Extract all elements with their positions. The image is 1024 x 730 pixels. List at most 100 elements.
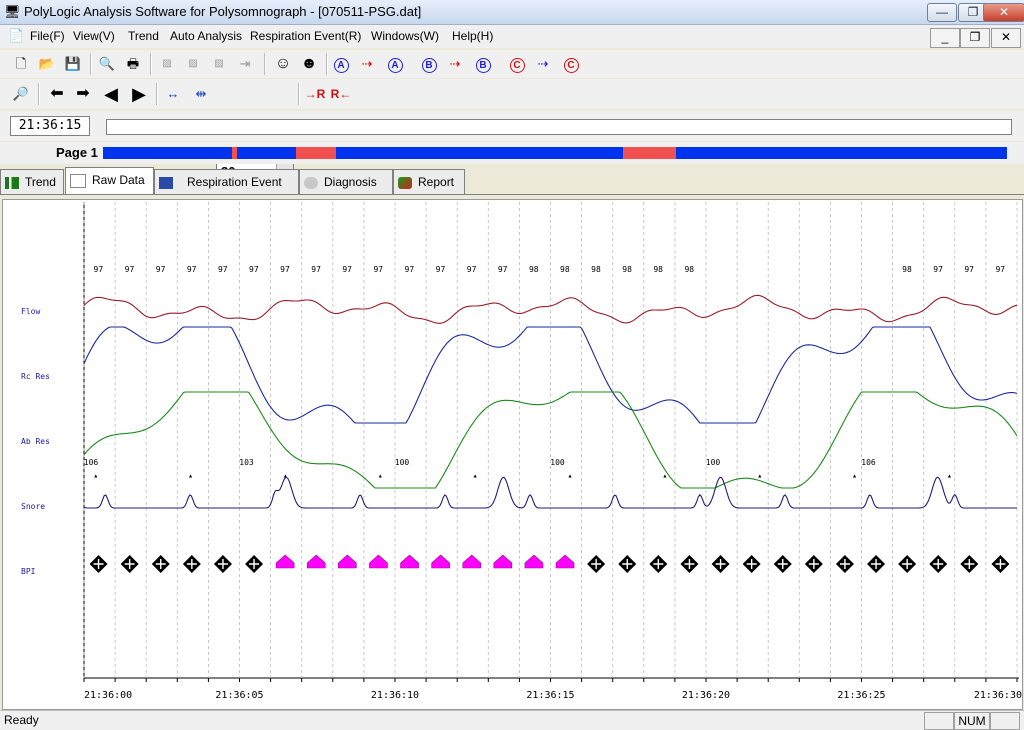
rr-disabled-icon[interactable]: ▨ — [208, 53, 230, 75]
beat-marker: ▴ — [947, 471, 952, 480]
event-c-icon[interactable]: C — [506, 53, 528, 75]
hr-value: 100 — [550, 458, 565, 467]
time-slider[interactable] — [106, 119, 1012, 135]
toolbar-separator — [298, 83, 300, 105]
beat-marker: ▴ — [757, 471, 762, 480]
status-num-indicator: NUM — [954, 712, 990, 730]
page-event-segment[interactable] — [295, 147, 337, 159]
diagnosis-icon — [304, 176, 318, 189]
toolbar-separator — [156, 83, 158, 105]
time-axis-label: 21:36:05 — [215, 690, 263, 701]
time-axis-label: 21:36:20 — [682, 690, 730, 701]
respiration-event-icon — [159, 176, 173, 189]
beat-marker: ▴ — [188, 471, 193, 480]
hr-value: 100 — [706, 458, 721, 467]
tab-diagnosis[interactable]: Diagnosis — [299, 169, 393, 194]
toolbar-separator — [326, 53, 328, 75]
event-b-next-icon[interactable]: B⇠ — [472, 53, 494, 93]
open-folder-icon[interactable]: 📂 — [36, 53, 58, 75]
page-event-segment[interactable] — [622, 147, 677, 159]
page-forward-icon[interactable]: ▶ — [128, 83, 150, 105]
menu-trend[interactable]: Trend — [128, 29, 159, 43]
spo2-value: 97 — [249, 265, 259, 274]
bpi-event-marker — [462, 554, 482, 569]
bpi-event-marker — [369, 554, 388, 569]
beat-marker: ▴ — [378, 471, 383, 480]
doc-icon[interactable]: 📄 — [8, 28, 24, 44]
tab-label: Diagnosis — [324, 175, 377, 189]
hr-disabled-icon[interactable]: ▨ — [182, 53, 204, 75]
tab-respiration-event[interactable]: Respiration Event — [154, 169, 299, 194]
minimize-button[interactable]: — — [927, 3, 957, 22]
event-b-icon[interactable]: B — [418, 53, 440, 75]
expand-time-icon[interactable]: ↔ — [162, 83, 184, 105]
arrow-left-icon[interactable]: ⬅ — [46, 83, 68, 105]
r-back-icon[interactable]: R← — [330, 83, 352, 105]
event-a-next-icon[interactable]: A⇠ — [384, 53, 406, 93]
new-file-icon[interactable]: 🗋 — [10, 53, 32, 75]
spo2-value: 97 — [373, 265, 383, 274]
mdi-close-button[interactable]: ✕ — [991, 28, 1021, 48]
event-b-prev-icon[interactable]: ⇢B — [444, 53, 466, 95]
raw-data-chart: Flow Rc Res Ab Res Snore BPI 97 97 97 97 97 97 97 97… — [21, 202, 1022, 701]
trend-icon — [5, 176, 19, 189]
tab-label: Report — [418, 175, 455, 189]
channel-label-rc-res: Rc Res — [21, 372, 50, 381]
spo2-value: 98 — [902, 265, 912, 274]
bpi-event-marker — [431, 554, 450, 569]
spo2-value: 97 — [995, 265, 1005, 274]
menu-respiration-event[interactable]: Respiration Event(R) — [250, 29, 361, 43]
status-caps-cell — [924, 712, 954, 730]
tab-report[interactable]: Report — [393, 169, 465, 194]
event-a-prev-icon[interactable]: ⇢A — [356, 53, 378, 95]
page-event-segment[interactable] — [232, 147, 237, 159]
smiley-alt-icon[interactable]: ☻ — [298, 53, 320, 75]
beat-marker: ▴ — [473, 471, 478, 480]
bpi-event-marker — [493, 554, 513, 569]
smiley-icon[interactable]: ☺ — [272, 53, 294, 75]
event-c-next-icon[interactable]: C⇠ — [560, 53, 582, 93]
tab-raw-data[interactable]: Raw Data — [65, 167, 154, 194]
spo2-disabled-icon[interactable]: ▨ — [156, 53, 178, 75]
compress-time-icon[interactable]: ⇹ — [190, 83, 212, 105]
page-overview-bar[interactable] — [103, 147, 1007, 159]
menu-view[interactable]: View(V) — [73, 29, 115, 43]
tab-label: Respiration Event — [187, 175, 282, 189]
spo2-value: 97 — [156, 265, 166, 274]
tab-label: Trend — [25, 175, 56, 189]
event-a-icon[interactable]: A — [330, 53, 352, 75]
save-icon[interactable]: 💾 — [62, 53, 84, 75]
beat-marker: ▴ — [93, 471, 98, 480]
status-scroll-cell — [990, 712, 1020, 730]
time-axis-label: 21:36:25 — [837, 690, 885, 701]
menu-file[interactable]: File(F) — [30, 29, 65, 43]
spo2-value: 97 — [498, 265, 508, 274]
spo2-value: 98 — [653, 265, 663, 274]
close-button[interactable]: ✕ — [983, 3, 1024, 22]
beat-marker: ▴ — [283, 471, 288, 480]
menu-auto-analysis[interactable]: Auto Analysis — [170, 29, 242, 43]
spo2-value: 97 — [187, 265, 197, 274]
zoom-icon[interactable]: 🔎 — [10, 83, 32, 105]
menu-bar: 📄 File(F) View(V) Trend Auto Analysis Re… — [0, 25, 1024, 48]
export-disabled-icon[interactable]: ⇥ — [234, 53, 256, 75]
spo2-value: 98 — [591, 265, 601, 274]
channel-label-ab-res: Ab Res — [21, 437, 50, 446]
hr-value: 106 — [84, 458, 99, 467]
tab-trend[interactable]: Trend — [0, 169, 64, 194]
arrow-right-icon[interactable]: ➡ — [72, 83, 94, 105]
mdi-restore-button[interactable]: ❐ — [960, 28, 990, 48]
spo2-value: 98 — [560, 265, 570, 274]
print-preview-icon[interactable]: 🔍 — [96, 53, 118, 75]
r-forward-icon[interactable]: →R — [304, 83, 326, 105]
menu-windows[interactable]: Windows(W) — [371, 29, 439, 43]
event-c-prev-icon[interactable]: ⇢C — [532, 53, 554, 95]
spo2-value: 97 — [94, 265, 104, 274]
channel-label-bpi: BPI — [21, 567, 36, 576]
page-back-icon[interactable]: ◀ — [100, 83, 122, 105]
print-icon[interactable]: 🖶 — [122, 53, 144, 75]
mdi-minimize-button[interactable]: _ — [930, 28, 960, 48]
bpi-event-marker — [555, 554, 575, 569]
menu-help[interactable]: Help(H) — [452, 29, 493, 43]
time-axis-label: 21:36:10 — [371, 690, 419, 701]
